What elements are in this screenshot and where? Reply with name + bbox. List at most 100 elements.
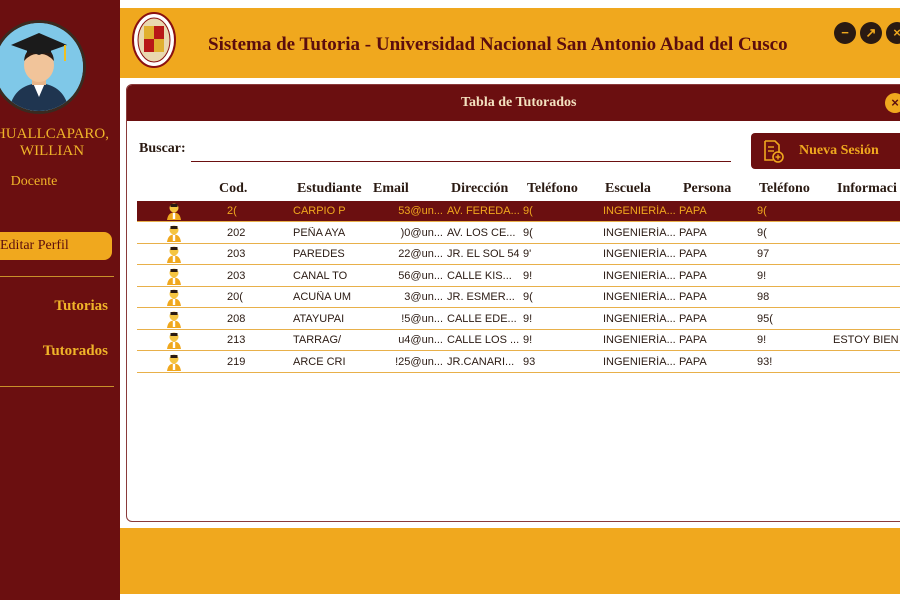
table-row[interactable]: 20( ACUÑA UM 3@un... JR. ESMER... 9( INGENIER… bbox=[137, 287, 900, 308]
cell-telefono2: 9! bbox=[757, 269, 767, 282]
sidebar-item-tutorias[interactable]: Tutorias bbox=[54, 298, 108, 315]
cell-cod: 202 bbox=[227, 226, 246, 239]
cell-estudiante: ACUÑA UM bbox=[293, 291, 352, 303]
footer-bar bbox=[120, 528, 900, 594]
maximize-icon[interactable]: ↗ bbox=[860, 22, 882, 44]
cell-escuela: INGENIERÍA... bbox=[603, 312, 675, 325]
cell-persona: PAPA bbox=[679, 334, 707, 346]
cell-cod: 213 bbox=[227, 334, 246, 346]
table-row[interactable]: 213 TARRAG/u4@un... CALLE LOS ... 9! INGENIE… bbox=[137, 330, 900, 351]
cell-escuela: INGENIERÍA... bbox=[603, 334, 675, 346]
new-document-icon bbox=[764, 140, 784, 163]
column-header-informacion[interactable]: Informaci bbox=[837, 181, 897, 197]
sidebar-divider bbox=[0, 386, 114, 387]
cell-persona: PAPA bbox=[679, 205, 707, 217]
panel-title: Tabla de Tutorados bbox=[461, 95, 577, 110]
cell-info: ESTOY BIEN bbox=[833, 334, 899, 346]
student-icon bbox=[165, 267, 183, 285]
cell-cod: 2( bbox=[227, 205, 237, 217]
cell-estudiante: ARCE CRI bbox=[293, 355, 346, 368]
user-role: Docente bbox=[10, 174, 58, 189]
column-header-email[interactable]: Email bbox=[373, 181, 409, 197]
cell-telefono2: 9! bbox=[757, 334, 767, 346]
cell-email: 56@un... bbox=[398, 269, 443, 282]
cell-cod: 208 bbox=[227, 312, 246, 325]
search-label: Buscar: bbox=[139, 141, 186, 156]
column-header-telefono-2[interactable]: Teléfono bbox=[759, 181, 810, 197]
cell-escuela: INGENIERÍA... bbox=[603, 291, 675, 303]
cell-telefono2: 95( bbox=[757, 312, 773, 325]
cell-email: 3@un... bbox=[404, 291, 443, 303]
column-header-escuela[interactable]: Escuela bbox=[605, 181, 651, 197]
search-input[interactable] bbox=[191, 161, 731, 162]
cell-estudiante: CANAL TO bbox=[293, 269, 348, 282]
cell-telefono: 9! bbox=[523, 269, 533, 282]
minimize-icon[interactable]: − bbox=[834, 22, 856, 44]
cell-telefono: 9' bbox=[523, 248, 532, 260]
cell-cod: 203 bbox=[227, 248, 246, 260]
cell-telefono: 9( bbox=[523, 291, 533, 303]
cell-cod: 203 bbox=[227, 269, 246, 282]
cell-telefono: 9( bbox=[523, 205, 533, 217]
cell-email: !5@un... bbox=[401, 312, 443, 325]
panel-header: Tabla de Tutorados × bbox=[127, 85, 900, 121]
cell-escuela: INGENIERÍA... bbox=[603, 205, 675, 217]
cell-telefono: 9! bbox=[523, 334, 533, 346]
user-name: HUALLCAPARO, WILLIAN bbox=[0, 126, 110, 159]
table-row[interactable]: 219 ARCE CRI !25@un... JR.CANARI... 93 INGENI… bbox=[137, 352, 900, 373]
sidebar-item-tutorados[interactable]: Tutorados bbox=[43, 343, 108, 360]
cell-estudiante: CARPIO P bbox=[293, 205, 346, 217]
column-header-cod[interactable]: Cod. bbox=[219, 181, 247, 197]
cell-direccion: JR. ESMER... bbox=[447, 291, 515, 303]
cell-direccion: JR. EL SOL 54 bbox=[447, 248, 519, 260]
cell-direccion: CALLE EDE... bbox=[447, 312, 517, 325]
table-row[interactable]: 203 CANAL TO 56@un... CALLE KIS... 9! INGENIE… bbox=[137, 266, 900, 287]
panel-close-icon[interactable]: × bbox=[885, 93, 900, 113]
cell-estudiante: TARRAG/ bbox=[293, 334, 342, 346]
table-row[interactable]: 208 ATAYUPAI !5@un... CALLE EDE... 9! INGENIE… bbox=[137, 309, 900, 330]
table-row[interactable]: 2(CARPIO P 53@un... AV. FEREDA... 9(INGENIE… bbox=[137, 201, 900, 222]
cell-telefono2: 98 bbox=[757, 291, 770, 303]
user-avatar bbox=[0, 20, 86, 114]
student-icon bbox=[165, 224, 183, 242]
cell-telefono2: 9( bbox=[757, 226, 767, 239]
student-icon bbox=[165, 245, 183, 263]
cell-email: u4@un... bbox=[398, 334, 443, 346]
cell-cod: 219 bbox=[227, 355, 246, 368]
cell-email: 53@un... bbox=[398, 205, 443, 217]
cell-telefono: 93 bbox=[523, 355, 536, 368]
cell-persona: PAPA bbox=[679, 291, 707, 303]
column-header-direccion[interactable]: Dirección bbox=[451, 181, 508, 197]
column-header-persona[interactable]: Persona bbox=[683, 181, 731, 197]
cell-direccion: CALLE LOS ... bbox=[447, 334, 519, 346]
cell-direccion: CALLE KIS... bbox=[447, 269, 512, 282]
close-icon[interactable]: × bbox=[886, 22, 900, 44]
cell-telefono: 9( bbox=[523, 226, 533, 239]
cell-telefono2: 9( bbox=[757, 205, 767, 217]
new-session-button[interactable]: Nueva Sesión bbox=[751, 133, 900, 169]
cell-telefono2: 97 bbox=[757, 248, 770, 260]
student-icon bbox=[165, 331, 183, 349]
cell-email: 22@un... bbox=[398, 248, 443, 260]
cell-persona: PAPA bbox=[679, 355, 707, 368]
new-session-label: Nueva Sesión bbox=[799, 143, 879, 158]
student-icon bbox=[165, 310, 183, 328]
cell-email: )0@un... bbox=[400, 226, 443, 239]
student-icon bbox=[165, 202, 183, 220]
cell-cod: 20( bbox=[227, 291, 243, 303]
university-logo bbox=[132, 12, 176, 68]
column-header-telefono[interactable]: Teléfono bbox=[527, 181, 578, 197]
tutorados-panel: Tabla de Tutorados × Buscar: Nueva Sesió… bbox=[126, 84, 900, 522]
cell-persona: PAPA bbox=[679, 312, 707, 325]
cell-telefono: 9! bbox=[523, 312, 533, 325]
header-bar: Sistema de Tutoria - Universidad Naciona… bbox=[120, 8, 900, 78]
sidebar-divider bbox=[0, 276, 114, 277]
cell-escuela: INGENIERÍA... bbox=[603, 226, 675, 239]
cell-email: !25@un... bbox=[395, 355, 443, 368]
cell-estudiante: PEÑA AYA bbox=[293, 226, 346, 239]
student-icon bbox=[165, 288, 183, 306]
table-row[interactable]: 203 PAREDES 22@un... JR. EL SOL 54 9' INGENIE… bbox=[137, 244, 900, 265]
column-header-estudiante[interactable]: Estudiante bbox=[297, 181, 362, 197]
edit-profile-button[interactable]: Editar Perfil bbox=[0, 232, 112, 260]
table-row[interactable]: 202 PEÑA AYA)0@un... AV. LOS CE... 9(INGENI… bbox=[137, 223, 900, 244]
